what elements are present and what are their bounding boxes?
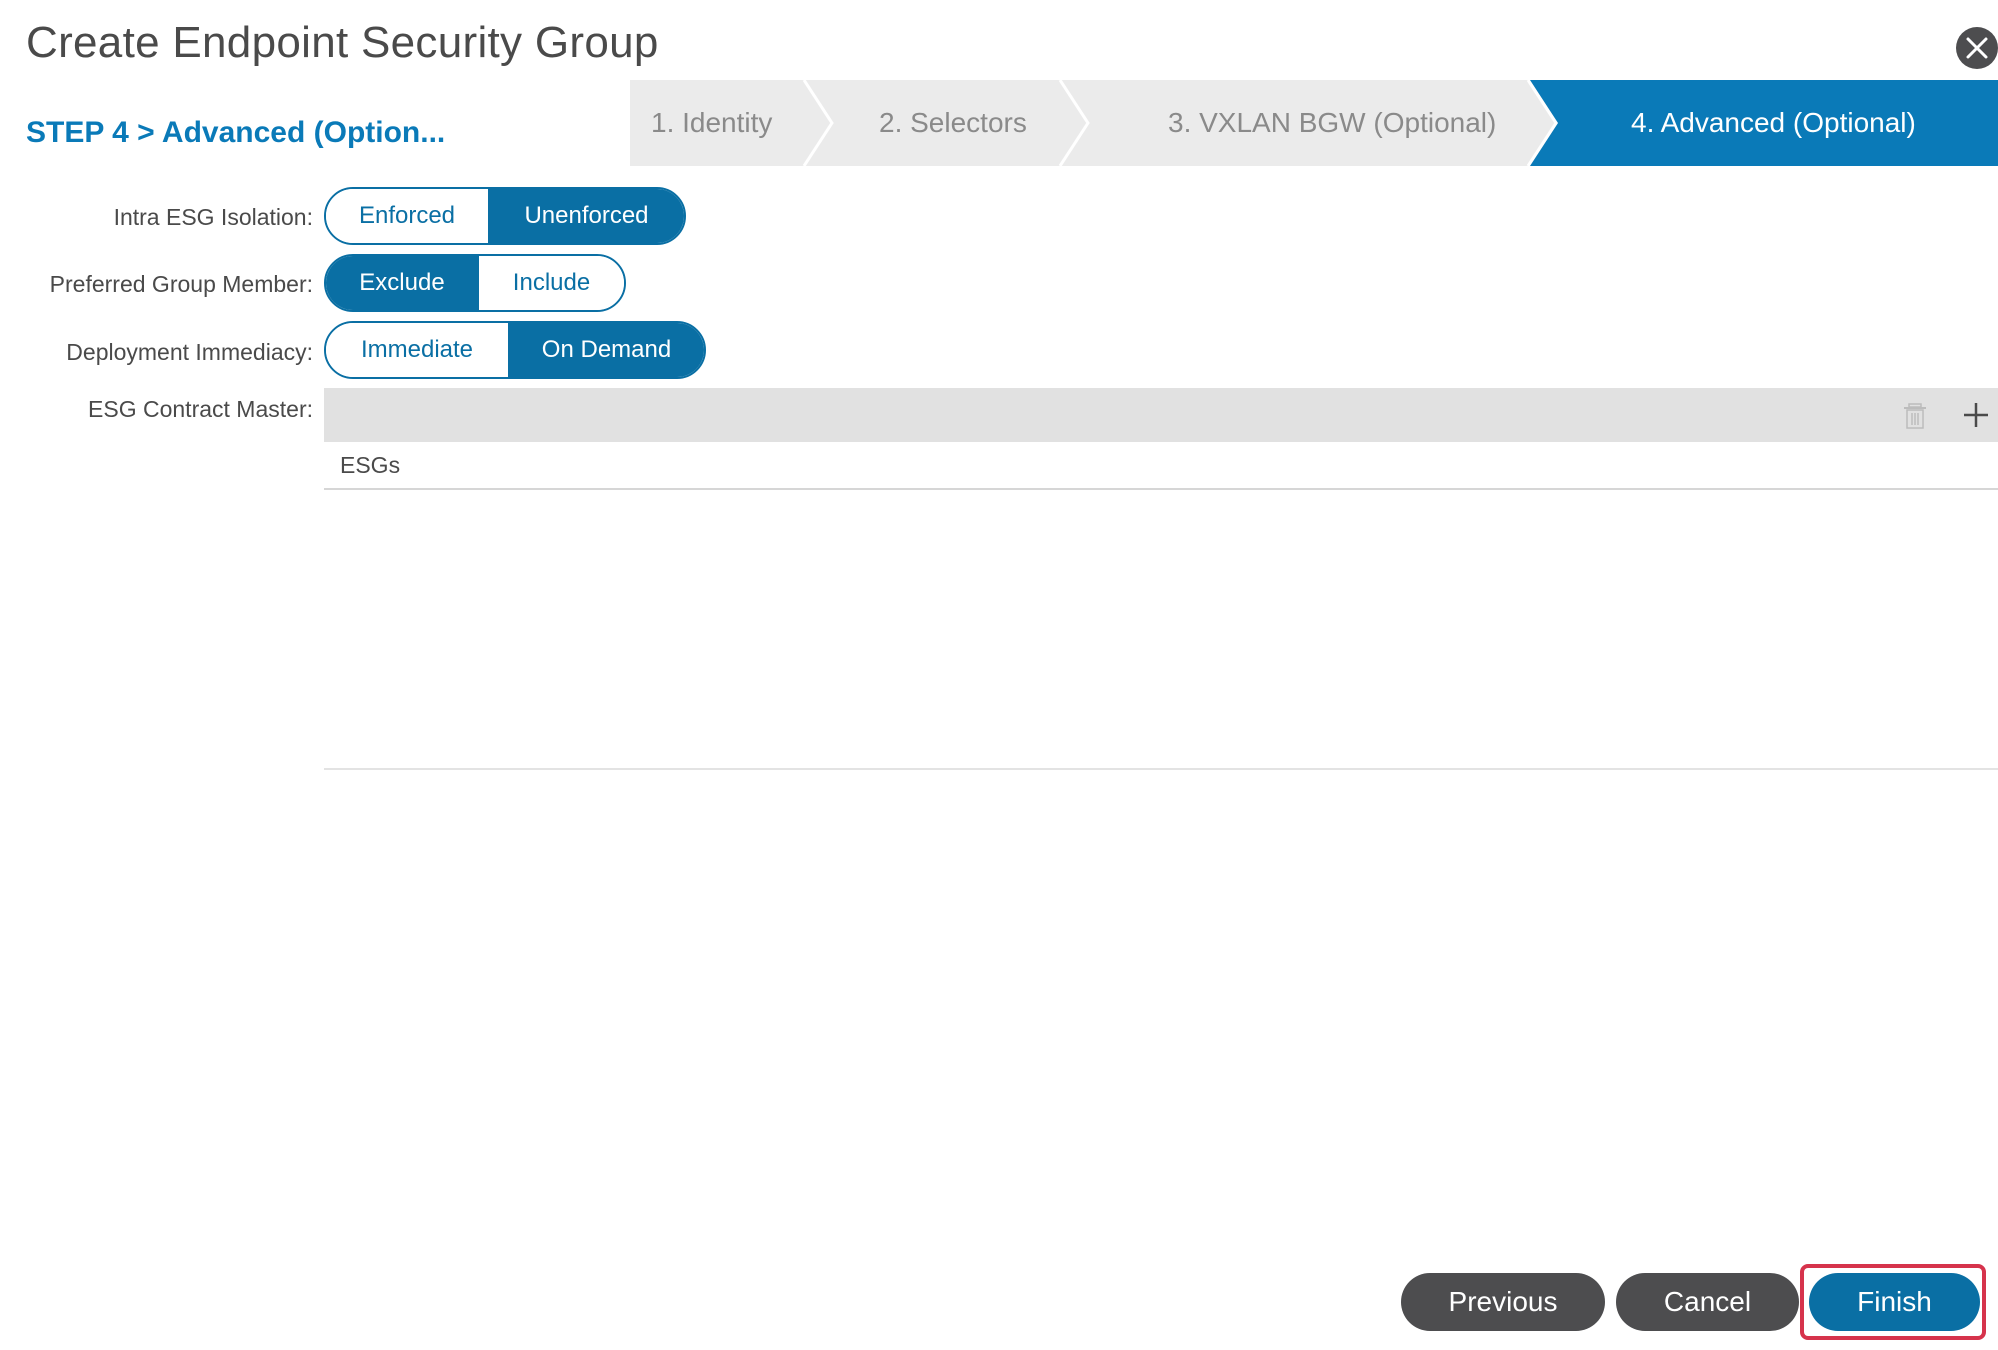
- preferred-include-option[interactable]: Include: [478, 256, 624, 310]
- close-button[interactable]: [1956, 27, 1998, 69]
- plus-icon[interactable]: [1961, 400, 1991, 430]
- current-step-label: STEP 4 > Advanced (Option...: [26, 116, 446, 149]
- wizard-steps: 1. Identity 2. Selectors 3. VXLAN BGW (O…: [630, 80, 1998, 166]
- previous-button[interactable]: Previous: [1401, 1273, 1605, 1331]
- deployment-on-demand-option[interactable]: On Demand: [508, 323, 704, 377]
- trash-icon[interactable]: [1900, 400, 1930, 430]
- intra-esg-isolation-toggle: Enforced Unenforced: [324, 187, 686, 245]
- dialog-title: Create Endpoint Security Group: [26, 18, 659, 67]
- esg-table-header: ESGs: [324, 442, 1998, 490]
- wizard-step-identity[interactable]: 1. Identity: [651, 80, 772, 166]
- isolation-unenforced-option[interactable]: Unenforced: [488, 189, 684, 243]
- intra-esg-isolation-label: Intra ESG Isolation:: [113, 204, 313, 230]
- isolation-enforced-option[interactable]: Enforced: [326, 189, 488, 243]
- esg-table-toolbar: [324, 388, 1998, 442]
- preferred-group-member-toggle: Exclude Include: [324, 254, 626, 312]
- esg-contract-master-label: ESG Contract Master:: [88, 396, 313, 422]
- wizard-step-advanced[interactable]: 4. Advanced (Optional): [1631, 80, 1916, 166]
- cancel-button[interactable]: Cancel: [1616, 1273, 1799, 1331]
- create-esg-dialog: Create Endpoint Security Group STEP 4 > …: [0, 0, 1998, 1350]
- preferred-exclude-option[interactable]: Exclude: [326, 256, 478, 310]
- wizard-step-vxlan-bgw[interactable]: 3. VXLAN BGW (Optional): [1168, 80, 1496, 166]
- finish-button[interactable]: Finish: [1809, 1273, 1980, 1331]
- wizard-step-selectors[interactable]: 2. Selectors: [879, 80, 1027, 166]
- deployment-immediacy-label: Deployment Immediacy:: [66, 339, 313, 365]
- preferred-group-member-label: Preferred Group Member:: [49, 271, 313, 297]
- esg-table-body: [324, 490, 1998, 770]
- deployment-immediate-option[interactable]: Immediate: [326, 323, 508, 377]
- deployment-immediacy-toggle: Immediate On Demand: [324, 321, 706, 379]
- close-icon: [1966, 37, 1988, 59]
- esgs-column-header[interactable]: ESGs: [340, 452, 400, 479]
